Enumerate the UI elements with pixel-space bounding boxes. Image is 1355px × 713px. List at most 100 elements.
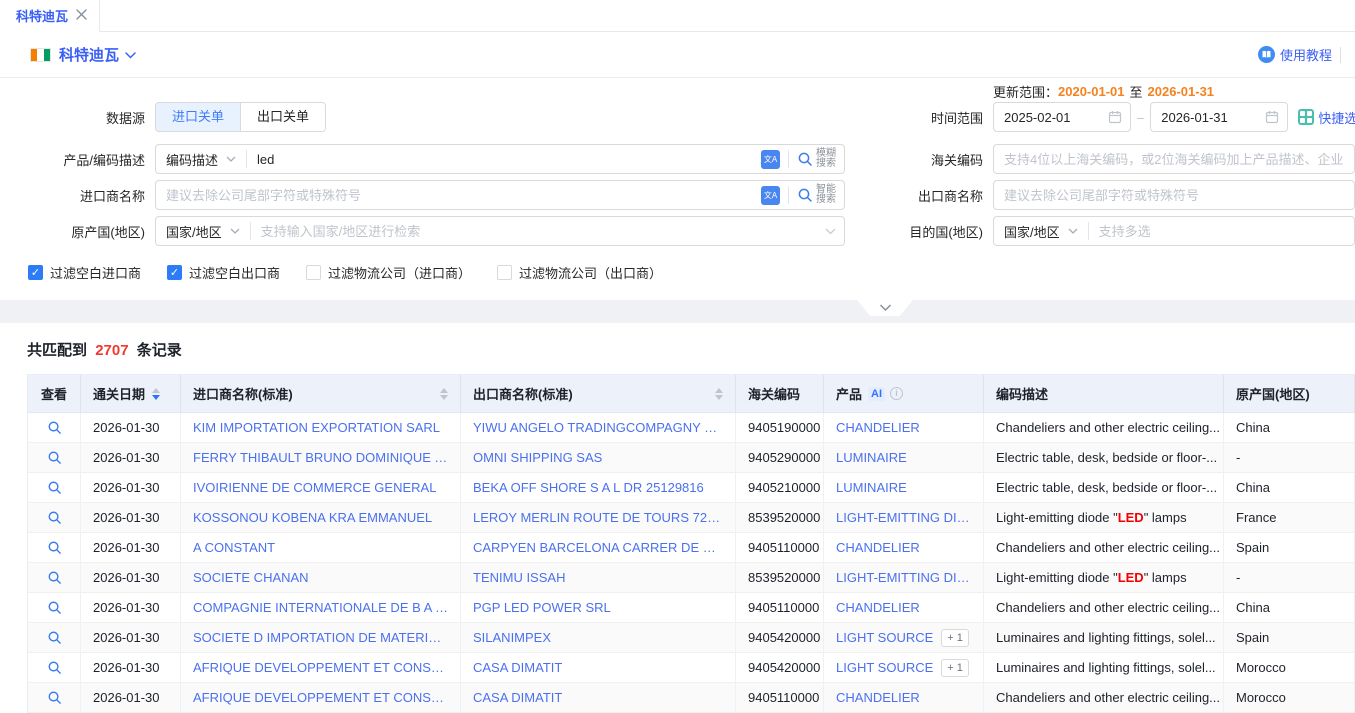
- filter-checkbox[interactable]: ✓过滤空白出口商: [167, 263, 280, 282]
- importer-cell: COMPAGNIE INTERNATIONALE DE B A T E R: [181, 593, 461, 623]
- exporter-link[interactable]: OMNI SHIPPING SAS: [473, 450, 602, 465]
- exporter-link[interactable]: YIWU ANGELO TRADINGCOMPAGNY LTD: [473, 420, 723, 435]
- country-dropdown-icon[interactable]: [125, 47, 136, 62]
- importer-link[interactable]: AFRIQUE DEVELOPPEMENT ET CONSTRUCT...: [193, 690, 448, 705]
- view-detail-icon[interactable]: [47, 450, 62, 465]
- importer-cell: KIM IMPORTATION EXPORTATION SARL: [181, 413, 461, 443]
- product-link[interactable]: LIGHT-EMITTING DIODE: [836, 570, 971, 585]
- importer-link[interactable]: A CONSTANT: [193, 540, 275, 555]
- exporter-link[interactable]: BEKA OFF SHORE S A L DR 25129816: [473, 480, 704, 495]
- view-detail-icon[interactable]: [47, 600, 62, 615]
- sort-importer-icon[interactable]: [440, 388, 448, 400]
- translate-icon[interactable]: 文A: [761, 186, 780, 205]
- product-link[interactable]: LIGHT-EMITTING DIODE: [836, 510, 971, 525]
- product-extra-badge[interactable]: + 1: [941, 629, 969, 647]
- tab-cote-divoire[interactable]: 科特迪瓦: [0, 0, 100, 32]
- date-from-input[interactable]: 2025-02-01: [993, 102, 1131, 132]
- checkbox-checked-icon[interactable]: ✓: [167, 265, 182, 280]
- fuzzy-search-button[interactable]: 模糊搜索: [789, 149, 844, 169]
- exporter-link[interactable]: CARPYEN BARCELONA CARRER DE PERE IV: [473, 540, 723, 555]
- datasource-export-tab[interactable]: 出口关单: [240, 103, 325, 131]
- view-cell[interactable]: [28, 563, 81, 593]
- exporter-cell: PGP LED POWER SRL: [461, 593, 736, 623]
- datasource-import-tab[interactable]: 进口关单: [156, 103, 240, 131]
- product-desc-input[interactable]: [247, 152, 753, 167]
- product-link[interactable]: LUMINAIRE: [836, 450, 907, 465]
- product-link[interactable]: CHANDELIER: [836, 690, 920, 705]
- info-icon[interactable]: i: [890, 387, 903, 400]
- translate-icon[interactable]: 文A: [761, 150, 780, 169]
- sort-date-icon[interactable]: [152, 388, 160, 400]
- chevron-down-icon: [879, 304, 892, 312]
- filter-checkbox[interactable]: ✓过滤空白进口商: [28, 263, 141, 282]
- importer-link[interactable]: SOCIETE CHANAN: [193, 570, 309, 585]
- product-link[interactable]: CHANDELIER: [836, 420, 920, 435]
- origin-input[interactable]: [251, 224, 817, 239]
- date-cell: 2026-01-30: [81, 653, 181, 683]
- exporter-link[interactable]: CASA DIMATIT: [473, 660, 562, 675]
- view-detail-icon[interactable]: [47, 510, 62, 525]
- exporter-input[interactable]: [994, 188, 1354, 203]
- importer-link[interactable]: IVOIRIENNE DE COMMERCE GENERAL: [193, 480, 436, 495]
- quick-select-button[interactable]: 快捷选: [1298, 108, 1355, 127]
- importer-cell: AFRIQUE DEVELOPPEMENT ET CONSTRUCT...: [181, 653, 461, 683]
- view-cell[interactable]: [28, 413, 81, 443]
- checkbox-unchecked-icon[interactable]: [306, 265, 321, 280]
- view-cell[interactable]: [28, 473, 81, 503]
- exporter-link[interactable]: PGP LED POWER SRL: [473, 600, 611, 615]
- view-cell[interactable]: [28, 653, 81, 683]
- product-desc-type-select[interactable]: 编码描述: [156, 150, 246, 169]
- view-detail-icon[interactable]: [47, 420, 62, 435]
- view-cell[interactable]: [28, 503, 81, 533]
- filter-checkbox[interactable]: 过滤物流公司（进口商）: [306, 263, 471, 282]
- product-extra-badge[interactable]: + 1: [941, 659, 969, 677]
- exporter-link[interactable]: LEROY MERLIN ROUTE DE TOURS 72230 M: [473, 510, 723, 525]
- importer-link[interactable]: COMPAGNIE INTERNATIONALE DE B A T E R: [193, 600, 448, 615]
- view-detail-icon[interactable]: [47, 570, 62, 585]
- view-detail-icon[interactable]: [47, 540, 62, 555]
- view-cell[interactable]: [28, 593, 81, 623]
- exporter-cell: LEROY MERLIN ROUTE DE TOURS 72230 M: [461, 503, 736, 533]
- importer-link[interactable]: AFRIQUE DEVELOPPEMENT ET CONSTRUCT...: [193, 660, 448, 675]
- product-link[interactable]: LUMINAIRE: [836, 480, 907, 495]
- table-row: 2026-01-30COMPAGNIE INTERNATIONALE DE B …: [28, 593, 1355, 623]
- importer-link[interactable]: FERRY THIBAULT BRUNO DOMINIQUE THO...: [193, 450, 448, 465]
- sort-exporter-icon[interactable]: [715, 388, 723, 400]
- checkbox-unchecked-icon[interactable]: [497, 265, 512, 280]
- importer-link[interactable]: SOCIETE D IMPORTATION DE MATERIAUX E...: [193, 630, 448, 645]
- product-link[interactable]: CHANDELIER: [836, 540, 920, 555]
- exporter-inputbox: [993, 180, 1355, 210]
- tutorial-button[interactable]: 使用教程: [1258, 45, 1332, 64]
- exporter-link[interactable]: SILANIMPEX: [473, 630, 551, 645]
- view-detail-icon[interactable]: [47, 660, 62, 675]
- destination-type-select[interactable]: 国家/地区: [994, 222, 1088, 241]
- col-exporter[interactable]: 出口商名称(标准): [461, 375, 736, 413]
- product-link[interactable]: LIGHT SOURCE: [836, 630, 933, 645]
- date-cell: 2026-01-30: [81, 563, 181, 593]
- destination-input[interactable]: [1089, 224, 1354, 239]
- importer-link[interactable]: KIM IMPORTATION EXPORTATION SARL: [193, 420, 440, 435]
- collapse-filters-handle[interactable]: [857, 300, 913, 316]
- view-detail-icon[interactable]: [47, 690, 62, 705]
- date-to-input[interactable]: 2026-01-31: [1150, 102, 1288, 132]
- view-cell[interactable]: [28, 623, 81, 653]
- smart-search-button[interactable]: 智能搜索: [789, 185, 844, 205]
- view-detail-icon[interactable]: [47, 630, 62, 645]
- view-cell[interactable]: [28, 443, 81, 473]
- view-cell[interactable]: [28, 533, 81, 563]
- table-row: 2026-01-30 AFRIQUE DEVELOPPEMENT ET CONST…: [28, 653, 1355, 683]
- product-link[interactable]: LIGHT SOURCE: [836, 660, 933, 675]
- product-link[interactable]: CHANDELIER: [836, 600, 920, 615]
- origin-type-select[interactable]: 国家/地区: [156, 222, 250, 241]
- col-importer[interactable]: 进口商名称(标准): [181, 375, 461, 413]
- view-detail-icon[interactable]: [47, 480, 62, 495]
- tab-close-icon[interactable]: [76, 8, 87, 23]
- checkbox-checked-icon[interactable]: ✓: [28, 265, 43, 280]
- importer-input[interactable]: [156, 188, 753, 203]
- exporter-link[interactable]: CASA DIMATIT: [473, 690, 562, 705]
- exporter-link[interactable]: TENIMU ISSAH: [473, 570, 565, 585]
- filter-checkbox[interactable]: 过滤物流公司（出口商）: [497, 263, 662, 282]
- importer-link[interactable]: KOSSONOU KOBENA KRA EMMANUEL: [193, 510, 432, 525]
- hs-code-input[interactable]: [994, 152, 1354, 167]
- col-date[interactable]: 通关日期: [81, 375, 181, 413]
